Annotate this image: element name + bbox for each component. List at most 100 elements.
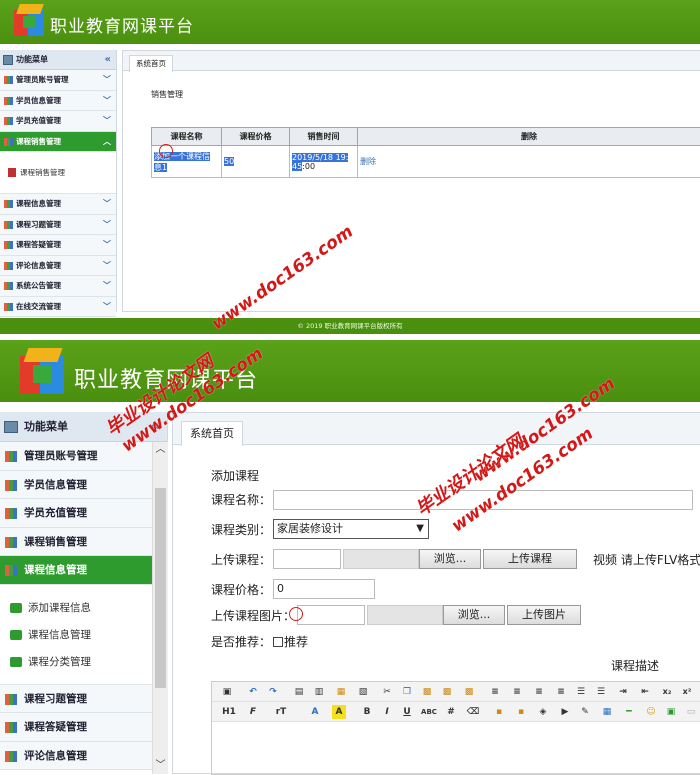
sidebar-item-sales[interactable]: 课程销售管理 (0, 528, 152, 557)
submenu-item-add-course[interactable]: 添加课程信息 (0, 595, 152, 622)
sidebar-item-sales[interactable]: 课程销售管理︿ (0, 132, 116, 153)
map-icon[interactable]: ▣ (664, 705, 678, 719)
ordered-list-icon[interactable]: ☰ (574, 685, 588, 699)
underline-icon[interactable]: U (400, 705, 414, 719)
print-icon[interactable]: ▥ (312, 685, 326, 699)
chevron-down-icon: ﹀ (103, 111, 111, 131)
paste-text-icon[interactable]: ▩ (440, 685, 454, 699)
cut-icon[interactable]: ✂ (380, 685, 394, 699)
heading-icon[interactable]: H1 (218, 705, 240, 719)
sidebar-item-students[interactable]: 学员信息管理 (0, 471, 152, 500)
grid-icon (4, 138, 13, 146)
category-select[interactable]: 家居装修设计▼ (273, 519, 429, 539)
redo-icon[interactable]: ↷ (266, 685, 280, 699)
upload-course-button[interactable]: 上传课程 (483, 549, 577, 569)
font-size-icon[interactable]: rT (272, 705, 290, 719)
image-icon[interactable]: ▪ (492, 705, 506, 719)
pagebreak-icon[interactable]: ▭ (684, 705, 698, 719)
superscript-icon[interactable]: x² (680, 685, 694, 699)
flash-icon[interactable]: ◈ (536, 705, 550, 719)
sidebar-item-comments[interactable]: 评论信息管理 (0, 742, 152, 771)
bold-icon[interactable]: B (360, 705, 374, 719)
recommend-checkbox[interactable]: 推荐 (273, 633, 308, 650)
chevron-down-icon: ▼ (416, 520, 424, 538)
cell-text: 45 (292, 162, 302, 171)
upload-image-label: 上传课程图片： (211, 607, 295, 624)
sidebar-item-notices[interactable]: 系统公告管理﹀ (0, 276, 116, 297)
sidebar-item-chat[interactable]: 在线交流管理﹀ (0, 297, 116, 318)
emoticon-icon[interactable]: ☺ (644, 705, 658, 719)
column-header: 课程价格 (222, 128, 290, 146)
clear-format-icon[interactable]: ⌫ (466, 705, 480, 719)
copy-icon[interactable]: ❐ (400, 685, 414, 699)
line-height-icon[interactable]: # (444, 705, 458, 719)
sidebar-scrollbar[interactable]: ︿ ﹀ (152, 442, 168, 774)
justify-icon[interactable]: ≡ (554, 685, 568, 699)
collapse-icon[interactable]: « (105, 50, 111, 70)
grid-icon (5, 751, 17, 762)
subscript-icon[interactable]: x₂ (660, 685, 674, 699)
italic-icon[interactable]: I (380, 705, 394, 719)
scroll-thumb[interactable] (155, 488, 166, 688)
sidebar-item-exercises[interactable]: 课程习题管理 (0, 685, 152, 714)
image-file-input[interactable] (297, 605, 365, 625)
submenu-item-sales[interactable]: 课程销售管理 (0, 152, 116, 194)
sidebar-item-courses[interactable]: 课程信息管理﹀ (0, 194, 116, 215)
scroll-up-icon[interactable]: ︿ (153, 442, 168, 458)
template-icon[interactable]: ▦ (334, 685, 348, 699)
highlight-icon[interactable]: A (332, 705, 346, 719)
undo-icon[interactable]: ↶ (246, 685, 260, 699)
editor-toolbar-row-1: ▣ ↶ ↷ ▤ ▥ ▦ ▧ ✂ ❐ ▩ ▩ ▩ ≡ ≡ ≡ ≡ ☰ ☰ ⇥ ⇤ (212, 682, 700, 702)
submenu-item-course-info[interactable]: 课程信息管理 (0, 622, 152, 649)
cursor-highlight-icon (159, 144, 173, 158)
font-color-icon[interactable]: A (308, 705, 322, 719)
align-left-icon[interactable]: ≡ (488, 685, 502, 699)
code-icon[interactable]: ▧ (356, 685, 370, 699)
cell-text: 息1 (154, 163, 167, 172)
browse-image-button[interactable]: 浏览... (443, 605, 505, 625)
align-center-icon[interactable]: ≡ (510, 685, 524, 699)
strikethrough-icon[interactable]: ABC (420, 705, 438, 719)
sidebar-item-exercises[interactable]: 课程习题管理﹀ (0, 215, 116, 236)
unordered-list-icon[interactable]: ☰ (594, 685, 608, 699)
sidebar-item-label: 管理员账号管理 (24, 450, 98, 462)
tab-home[interactable]: 系统首页 (181, 421, 243, 446)
attachment-icon[interactable]: ✎ (578, 705, 592, 719)
submenu: 添加课程信息 课程信息管理 课程分类管理 (0, 585, 152, 685)
rich-text-editor[interactable]: ▣ ↶ ↷ ▤ ▥ ▦ ▧ ✂ ❐ ▩ ▩ ▩ ≡ ≡ ≡ ≡ ☰ ☰ ⇥ ⇤ (211, 681, 700, 775)
multi-image-icon[interactable]: ▪ (514, 705, 528, 719)
font-family-icon[interactable]: F (246, 705, 260, 719)
delete-link[interactable]: 删除 (360, 157, 376, 166)
indent-icon[interactable]: ⇥ (616, 685, 630, 699)
paste-icon[interactable]: ▩ (420, 685, 434, 699)
submenu-label: 课程分类管理 (28, 656, 91, 668)
media-icon[interactable]: ▶ (558, 705, 572, 719)
sidebar-item-admin[interactable]: 管理员账号管理﹀ (0, 70, 116, 91)
source-icon[interactable]: ▣ (220, 685, 234, 699)
table-icon[interactable]: ▦ (600, 705, 614, 719)
tab-home[interactable]: 系统首页 (129, 55, 173, 72)
table-row: 添加一个课程信息1 50 2019/5/18 19:45:00 删除 (152, 146, 700, 178)
outdent-icon[interactable]: ⇤ (638, 685, 652, 699)
paste-word-icon[interactable]: ▩ (462, 685, 476, 699)
sidebar-item-courses[interactable]: 课程信息管理 (0, 556, 152, 585)
hr-icon[interactable]: ━ (622, 705, 636, 719)
submenu-item-course-category[interactable]: 课程分类管理 (0, 649, 152, 676)
menu-header-label: 功能菜单 (16, 55, 48, 64)
preview-icon[interactable]: ▤ (292, 685, 306, 699)
price-input[interactable]: 0 (273, 579, 375, 599)
sidebar-item-recharge[interactable]: 学员充值管理﹀ (0, 111, 116, 132)
sidebar-list: 管理员账号管理 学员信息管理 学员充值管理 课程销售管理 课程信息管理 添加课程… (0, 442, 152, 770)
checkbox-icon[interactable] (273, 637, 283, 647)
sidebar-item-recharge[interactable]: 学员充值管理 (0, 499, 152, 528)
sidebar-item-qa[interactable]: 课程答疑管理﹀ (0, 235, 116, 256)
grid-icon (4, 200, 13, 208)
align-right-icon[interactable]: ≡ (532, 685, 546, 699)
scroll-down-icon[interactable]: ﹀ (153, 758, 168, 774)
browse-course-button[interactable]: 浏览... (419, 549, 481, 569)
upload-image-button[interactable]: 上传图片 (507, 605, 581, 625)
course-file-input[interactable] (273, 549, 341, 569)
sidebar-item-comments[interactable]: 评论信息管理﹀ (0, 256, 116, 277)
sidebar-item-qa[interactable]: 课程答疑管理 (0, 713, 152, 742)
sidebar-item-students[interactable]: 学员信息管理﹀ (0, 91, 116, 112)
